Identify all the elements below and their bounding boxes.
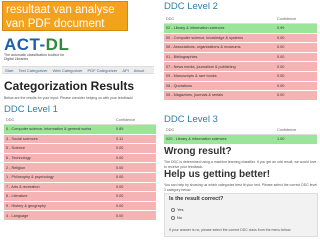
table-row: 9 - History & geography 0.00 bbox=[4, 200, 156, 211]
row-label: 5 - Science bbox=[4, 143, 114, 154]
radio-no-label: No bbox=[177, 215, 183, 220]
row-confidence: 0.89 bbox=[114, 124, 156, 135]
row-label: 2 - Religion bbox=[4, 162, 114, 173]
nav-item-web-categorizer[interactable]: Web Categorizer bbox=[53, 68, 83, 73]
ddc-level-2-table: DDC Confidence 02 - Library & informatio… bbox=[164, 14, 317, 100]
slide-caption: resultaat van analyse van PDF document bbox=[2, 1, 128, 31]
row-label: 0 - Computer science, information & gene… bbox=[4, 124, 114, 135]
row-confidence: 0.00 bbox=[275, 70, 317, 82]
radio-yes[interactable] bbox=[171, 207, 175, 212]
row-confidence: 0.00 bbox=[114, 200, 156, 211]
table-row: 1 - Philosophy & psychology 0.00 bbox=[4, 171, 156, 183]
ddc-level-3-title: DDC Level 3 bbox=[164, 114, 218, 125]
table-row: 3 - Social sciences 0.11 bbox=[4, 133, 156, 144]
caption-line-2: van PDF document bbox=[6, 18, 105, 30]
row-confidence: 0.00 bbox=[275, 80, 317, 91]
row-label: 09 - Manuscripts & rare books bbox=[164, 70, 275, 82]
page-description: Below are the results for your input. Pl… bbox=[4, 96, 133, 100]
row-label: 1 - Philosophy & psychology bbox=[4, 171, 114, 183]
row-confidence: 0.00 bbox=[275, 51, 317, 62]
row-label: 020 - Library & information sciences bbox=[164, 133, 275, 144]
nav-item-about[interactable]: About bbox=[134, 68, 144, 73]
row-label: 02 - Library & information sciences bbox=[164, 23, 275, 34]
act-dl-logo[interactable]: ACT-DL The automatic classification tool… bbox=[4, 36, 74, 62]
row-confidence: 0.00 bbox=[275, 32, 317, 43]
nav-item-start[interactable]: Start bbox=[5, 68, 13, 73]
table-row: 0 - Computer science, information & gene… bbox=[4, 124, 156, 135]
row-confidence: 0.99 bbox=[275, 23, 317, 34]
help-heading: Help us getting better! bbox=[164, 169, 271, 180]
row-label: 08 - Quotations bbox=[164, 80, 275, 91]
table-row: 02 - Library & information sciences 0.99 bbox=[164, 23, 317, 34]
table-row: 020 - Library & information sciences 1.00 bbox=[164, 133, 317, 144]
row-confidence: 0.00 bbox=[275, 61, 317, 72]
row-label: 07 - News media, journalism & publishing bbox=[164, 61, 275, 72]
row-label: 3 - Social sciences bbox=[4, 133, 114, 144]
wrong-result-text: The DDC is determined using a machine le… bbox=[164, 160, 317, 169]
radio-no-option[interactable]: No bbox=[171, 215, 182, 220]
row-confidence: 0.00 bbox=[114, 171, 156, 183]
column-header-confidence: Confidence bbox=[275, 14, 317, 24]
table-row: 00 - Computer science, knowledge & syste… bbox=[164, 32, 317, 43]
row-label: 4 - Language bbox=[4, 210, 114, 220]
row-confidence: 0.00 bbox=[114, 143, 156, 154]
row-label: 00 - Computer science, knowledge & syste… bbox=[164, 32, 275, 43]
column-header-ddc: DDC bbox=[4, 115, 114, 125]
ddc-level-2-title: DDC Level 2 bbox=[164, 1, 218, 12]
row-confidence: 0.00 bbox=[114, 181, 156, 192]
row-label: 7 - Arts & recreation bbox=[4, 181, 114, 192]
table-row: 09 - Manuscripts & rare books 0.00 bbox=[164, 70, 317, 82]
nav-item-text-categorizer[interactable]: Text Categorizer bbox=[18, 68, 47, 73]
table-row: 05 - Magazines, journals & serials 0.00 bbox=[164, 90, 317, 100]
radio-yes-option[interactable]: Yes bbox=[171, 207, 184, 212]
row-label: 05 - Magazines, journals & serials bbox=[164, 90, 275, 100]
table-row: 8 - Literature 0.00 bbox=[4, 191, 156, 202]
row-confidence: 0.11 bbox=[114, 133, 156, 144]
feedback-note: If your answer is no, please select the … bbox=[169, 228, 292, 232]
row-label: 9 - History & geography bbox=[4, 200, 114, 211]
row-confidence: 0.00 bbox=[114, 191, 156, 202]
help-text: You can help by showing us which categor… bbox=[164, 183, 317, 192]
row-confidence: 0.00 bbox=[114, 210, 156, 220]
feedback-form: Is the result correct? Yes No If your an… bbox=[164, 193, 318, 237]
row-confidence: 0.00 bbox=[275, 42, 317, 53]
page-title: Categorization Results bbox=[4, 79, 135, 93]
table-row: 07 - News media, journalism & publishing… bbox=[164, 61, 317, 72]
table-row: 7 - Arts & recreation 0.00 bbox=[4, 181, 156, 192]
nav-item-pdf-categorizer[interactable]: PDF Categorizer bbox=[88, 68, 118, 73]
row-label: 8 - Literature bbox=[4, 191, 114, 202]
table-row: 6 - Technology 0.00 bbox=[4, 152, 156, 163]
radio-no[interactable] bbox=[171, 215, 175, 220]
column-header-confidence: Confidence bbox=[114, 115, 156, 125]
ddc-level-1-table: DDC Confidence 0 - Computer science, inf… bbox=[4, 115, 156, 220]
radio-yes-label: Yes bbox=[177, 207, 184, 212]
logo-word-part-2: DL bbox=[45, 35, 70, 54]
logo-tagline: The automatic classification toolbox for… bbox=[4, 53, 65, 61]
wrong-result-heading: Wrong result? bbox=[164, 146, 232, 157]
table-row: 01 - Bibliographies 0.00 bbox=[164, 51, 317, 62]
row-confidence: 0.00 bbox=[114, 152, 156, 163]
table-row: 06 - Associations, organizations & museu… bbox=[164, 42, 317, 53]
row-label: 01 - Bibliographies bbox=[164, 51, 275, 62]
ddc-level-1-title: DDC Level 1 bbox=[4, 104, 58, 115]
logo-word-part-1: ACT- bbox=[4, 35, 46, 54]
row-label: 06 - Associations, organizations & museu… bbox=[164, 42, 275, 53]
row-label: 6 - Technology bbox=[4, 152, 114, 163]
caption-line-1: resultaat van analyse bbox=[6, 4, 115, 16]
column-header-ddc: DDC bbox=[164, 14, 275, 24]
table-row: 5 - Science 0.00 bbox=[4, 143, 156, 154]
table-row: 2 - Religion 0.00 bbox=[4, 162, 156, 173]
nav-bar: Start Text Categorizer Web Categorizer P… bbox=[2, 66, 154, 74]
nav-item-api[interactable]: API bbox=[122, 68, 128, 73]
feedback-question: Is the result correct? bbox=[169, 196, 224, 202]
row-confidence: 1.00 bbox=[275, 133, 317, 144]
logo-wordmark: ACT-DL bbox=[4, 36, 74, 53]
table-row: 08 - Quotations 0.00 bbox=[164, 80, 317, 91]
ddc-level-3-table: DDC Confidence 020 - Library & informati… bbox=[164, 125, 317, 144]
column-header-ddc: DDC bbox=[164, 125, 275, 135]
column-header-confidence: Confidence bbox=[275, 125, 317, 135]
row-confidence: 0.00 bbox=[275, 90, 317, 100]
row-confidence: 0.00 bbox=[114, 162, 156, 173]
table-row: 4 - Language 0.00 bbox=[4, 210, 156, 220]
